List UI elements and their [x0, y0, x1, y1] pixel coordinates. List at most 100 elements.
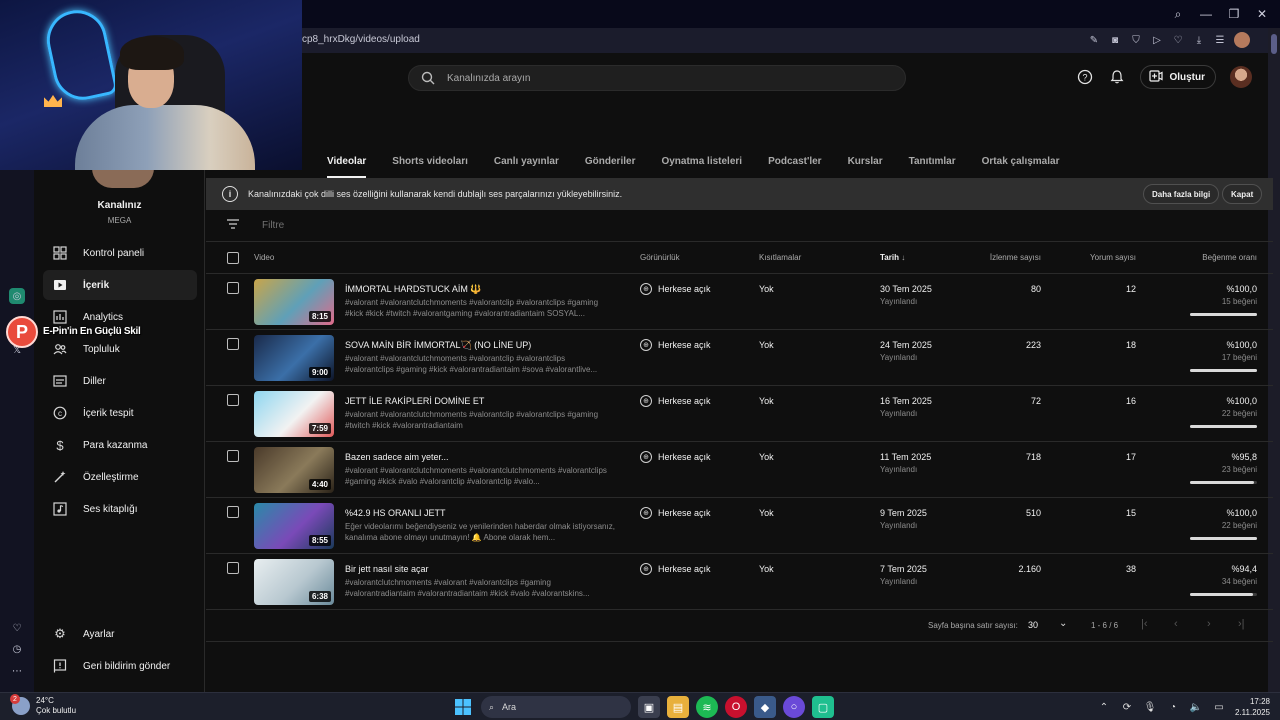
dismiss-button[interactable]: Kapat — [1222, 184, 1263, 204]
video-title[interactable]: İMMORTAL HARDSTUCK AİM 🔱 — [345, 284, 615, 295]
opera-icon[interactable]: O — [725, 696, 747, 718]
row-checkbox[interactable] — [227, 338, 239, 350]
file-explorer-icon[interactable]: ▤ — [667, 696, 689, 718]
help-icon[interactable]: ? — [1076, 68, 1094, 86]
channel-avatar[interactable] — [92, 168, 154, 188]
video-thumbnail[interactable]: 9:00 — [254, 335, 334, 381]
visibility-cell[interactable]: ⊕ Herkese açık — [640, 339, 711, 351]
chevron-down-icon[interactable]: ⌄ — [1059, 618, 1067, 629]
heart-icon[interactable]: ♡ — [1171, 33, 1185, 47]
tab-courses[interactable]: Kurslar — [848, 144, 883, 178]
last-page-icon[interactable]: ›| — [1238, 618, 1245, 630]
edit-icon[interactable]: ✎ — [1087, 33, 1101, 47]
sidebar-item-monetization[interactable]: $ Para kazanma — [43, 430, 197, 460]
download-icon[interactable]: ⤓ — [1192, 33, 1206, 47]
task-view-icon[interactable]: ▣ — [638, 696, 660, 718]
visibility-cell[interactable]: ⊕ Herkese açık — [640, 283, 711, 295]
close-icon[interactable]: ✕ — [1250, 2, 1274, 26]
volume-icon[interactable]: 🔈 — [1189, 702, 1203, 713]
visibility-cell[interactable]: ⊕ Herkese açık — [640, 395, 711, 407]
sidebar-item-feedback[interactable]: Geri bildirim gönder — [43, 651, 197, 681]
video-thumbnail[interactable]: 8:15 — [254, 279, 334, 325]
row-checkbox[interactable] — [227, 562, 239, 574]
chatgpt-icon[interactable]: ◎ — [9, 288, 25, 304]
video-title[interactable]: Bazen sadece aim yeter... — [345, 452, 615, 462]
search-icon[interactable]: ⌕ — [1166, 2, 1190, 26]
profile-avatar[interactable] — [1234, 32, 1250, 48]
sidebar-item-audio-library[interactable]: Ses kitaplığı — [43, 494, 197, 524]
video-title[interactable]: %42.9 HS ORANLI JETT — [345, 508, 615, 518]
first-page-icon[interactable]: |‹ — [1141, 618, 1148, 630]
video-thumbnail[interactable]: 7:59 — [254, 391, 334, 437]
play-icon[interactable]: ▷ — [1150, 33, 1164, 47]
more-icon[interactable]: ⋯ — [9, 663, 25, 679]
table-row[interactable]: 4:40 Bazen sadece aim yeter... #valorant #… — [206, 442, 1273, 498]
video-thumbnail[interactable]: 6:38 — [254, 559, 334, 605]
sidebar-item-content-detection[interactable]: c İçerik tespit — [43, 398, 197, 428]
filter-icon[interactable] — [226, 218, 240, 233]
clock[interactable]: 17:28 2.11.2025 — [1235, 696, 1270, 718]
notification-bell-icon[interactable] — [1108, 68, 1126, 86]
row-checkbox[interactable] — [227, 450, 239, 462]
camera-icon[interactable]: ◙ — [1108, 33, 1122, 47]
visibility-cell[interactable]: ⊕ Herkese açık — [640, 451, 711, 463]
table-row[interactable]: 6:38 Bir jett nasıl site açar #valorantclu… — [206, 554, 1273, 610]
tab-posts[interactable]: Gönderiler — [585, 144, 636, 178]
tab-playlists[interactable]: Oynatma listeleri — [661, 144, 742, 178]
video-thumbnail[interactable]: 4:40 — [254, 447, 334, 493]
sidebar-item-dashboard[interactable]: Kontrol paneli — [43, 238, 197, 268]
table-row[interactable]: 8:55 %42.9 HS ORANLI JETT Eğer videolarımı… — [206, 498, 1273, 554]
account-avatar[interactable] — [1230, 66, 1252, 88]
next-page-icon[interactable]: › — [1207, 618, 1211, 630]
tab-promotions[interactable]: Tanıtımlar — [909, 144, 956, 178]
taskbar-search[interactable]: ⌕ Ara — [481, 696, 631, 718]
sidebar-item-customization[interactable]: Özelleştirme — [43, 462, 197, 492]
menu-icon[interactable]: ☰ — [1213, 33, 1227, 47]
tab-videos[interactable]: Videolar — [327, 144, 367, 178]
battery-icon[interactable]: ▭ — [1212, 702, 1226, 713]
sidebar-item-languages[interactable]: Diller — [43, 366, 197, 396]
sidebar-item-settings[interactable]: ⚙ Ayarlar — [43, 619, 197, 649]
visibility-cell[interactable]: ⊕ Herkese açık — [640, 507, 711, 519]
app-icon[interactable]: ◆ — [754, 696, 776, 718]
tab-podcasts[interactable]: Podcast'ler — [768, 144, 822, 178]
filter-input[interactable]: Filtre — [262, 220, 284, 231]
spotify-icon[interactable]: ≋ — [696, 696, 718, 718]
history-icon[interactable]: ◷ — [9, 641, 25, 657]
filter-bar[interactable]: Filtre — [206, 210, 1273, 242]
tab-shorts[interactable]: Shorts videoları — [392, 144, 468, 178]
prev-page-icon[interactable]: ‹ — [1174, 618, 1178, 630]
sidebar-item-community[interactable]: Topluluk — [43, 334, 197, 364]
heart-icon[interactable]: ♡ — [9, 620, 25, 636]
create-button[interactable]: Oluştur — [1140, 65, 1216, 89]
table-row[interactable]: 8:15 İMMORTAL HARDSTUCK AİM 🔱 #valorant #v… — [206, 274, 1273, 330]
url-text[interactable]: cp8_hrxDkg/videos/upload — [302, 34, 420, 45]
minimize-icon[interactable]: — — [1194, 2, 1218, 26]
restore-icon[interactable]: ❐ — [1222, 2, 1246, 26]
sidebar-item-content[interactable]: İçerik — [43, 270, 197, 300]
microphone-icon[interactable]: 🎙 — [1143, 702, 1157, 713]
video-thumbnail[interactable]: 8:55 — [254, 503, 334, 549]
shield-icon[interactable]: ⛉ — [1129, 33, 1143, 47]
row-checkbox[interactable] — [227, 506, 239, 518]
row-checkbox[interactable] — [227, 394, 239, 406]
weather-widget[interactable]: 2 24°C Çok bulutlu — [10, 694, 76, 716]
app-green-icon[interactable]: ▢ — [812, 696, 834, 718]
row-checkbox[interactable] — [227, 282, 239, 294]
video-title[interactable]: SOVA MAİN BİR İMMORTAL🏹 (NO LİNE UP) — [345, 340, 615, 351]
channel-search[interactable]: Kanalınızda arayın — [408, 65, 906, 91]
sync-icon[interactable]: ⟳ — [1120, 702, 1134, 713]
table-row[interactable]: 7:59 JETT İLE RAKİPLERİ DOMİNE ET #valoran… — [206, 386, 1273, 442]
rows-per-page-select[interactable]: 30 — [1028, 620, 1038, 630]
column-date[interactable]: Tarih ↓ — [880, 253, 905, 262]
video-title[interactable]: Bir jett nasıl site açar — [345, 564, 615, 574]
chevron-up-icon[interactable]: ⌃ — [1097, 702, 1111, 713]
tab-collaborations[interactable]: Ortak çalışmalar — [982, 144, 1060, 178]
wifi-icon[interactable]: ◔ — [1166, 702, 1180, 713]
visibility-cell[interactable]: ⊕ Herkese açık — [640, 563, 711, 575]
video-title[interactable]: JETT İLE RAKİPLERİ DOMİNE ET — [345, 396, 615, 406]
windows-start-icon[interactable] — [452, 696, 474, 718]
table-row[interactable]: 9:00 SOVA MAİN BİR İMMORTAL🏹 (NO LİNE UP)… — [206, 330, 1273, 386]
tab-live[interactable]: Canlı yayınlar — [494, 144, 559, 178]
scrollbar-thumb[interactable] — [1271, 34, 1277, 54]
